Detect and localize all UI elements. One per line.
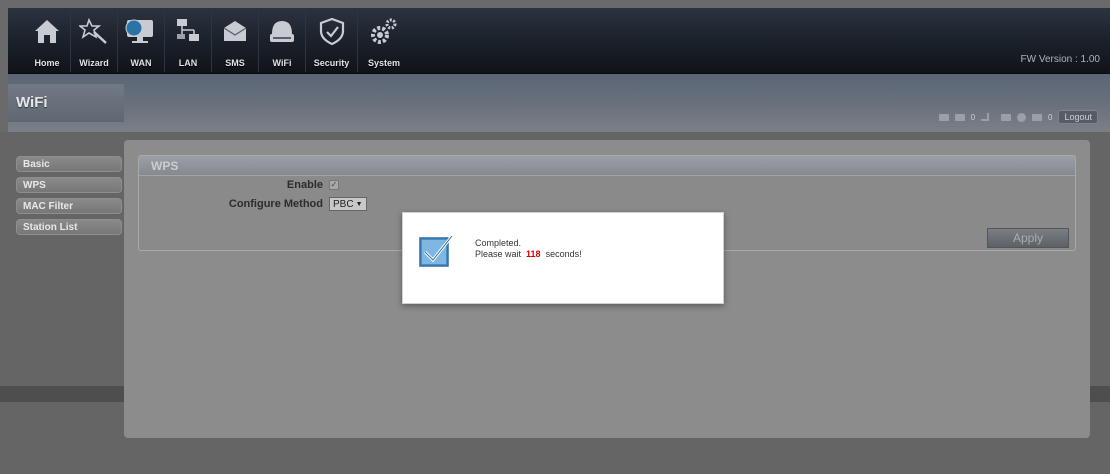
status-bar: 0 0 Logout — [938, 110, 1098, 124]
sidebar-item-wps[interactable]: WPS — [16, 177, 122, 193]
nav-wizard[interactable]: Wizard — [71, 10, 118, 72]
router-icon — [270, 21, 294, 42]
monitor-globe-icon — [125, 19, 153, 43]
progress-dialog: Completed. Please wait 118 seconds! — [402, 212, 724, 304]
fw-version: FW Version : 1.00 — [1020, 54, 1100, 65]
nav-home[interactable]: Home — [24, 10, 71, 72]
chevron-down-icon: ▼ — [355, 200, 363, 208]
dialog-wait-line: Please wait 118 seconds! — [475, 249, 582, 260]
dialog-message: Completed. Please wait 118 seconds! — [475, 238, 582, 260]
nav-sms-label: SMS — [225, 58, 245, 68]
sidebar-item-mac-filter[interactable]: MAC Filter — [16, 198, 122, 214]
bottom-strip-left — [0, 386, 124, 402]
sidebar: Basic WPS MAC Filter Station List — [16, 156, 122, 240]
sidebar-item-station-list[interactable]: Station List — [16, 219, 122, 235]
checkbox-check-icon — [419, 235, 454, 267]
method-value: PBC — [333, 198, 354, 210]
sidebar-item-basic[interactable]: Basic — [16, 156, 122, 172]
nav-security[interactable]: Security — [306, 10, 358, 72]
method-select[interactable]: PBC ▼ — [329, 197, 367, 211]
enable-checkbox[interactable]: ✓ — [329, 180, 339, 190]
network-status-icon — [1001, 113, 1012, 121]
nav-sms[interactable]: SMS — [212, 10, 259, 72]
wand-icon — [79, 17, 107, 44]
dialog-status-text: Completed. — [475, 238, 522, 248]
nav-lan[interactable]: LAN — [165, 10, 212, 72]
method-label: Configure Method — [228, 198, 323, 210]
wps-section-title: WPS — [139, 156, 1075, 176]
page-title: WiFi — [8, 84, 124, 122]
envelope-icon — [223, 21, 247, 41]
globe-icon — [1017, 112, 1027, 122]
nav-lan-label: LAN — [178, 58, 198, 68]
message-count: 0 — [970, 112, 976, 122]
network-icon — [177, 19, 199, 41]
wait-prefix: Please wait — [475, 249, 522, 259]
nav-wan-label: WAN — [130, 58, 152, 68]
nav-wan[interactable]: WAN — [118, 10, 165, 72]
gears-icon — [371, 18, 397, 44]
main-nav: Home Wizard WAN LAN SMS WiFi Security Sy… — [24, 10, 410, 72]
apply-button[interactable]: Apply — [987, 228, 1069, 248]
enable-label: Enable — [286, 179, 323, 191]
sim-icon — [938, 113, 949, 121]
nav-wifi[interactable]: WiFi — [259, 10, 306, 72]
nav-home-label: Home — [34, 58, 60, 68]
logout-button[interactable]: Logout — [1058, 110, 1098, 124]
home-icon — [35, 20, 59, 43]
nav-wifi-label: WiFi — [272, 58, 292, 68]
message-icon — [954, 113, 965, 121]
nav-security-label: Security — [313, 58, 350, 68]
wait-suffix: seconds! — [545, 249, 582, 259]
mail-count: 0 — [1048, 112, 1053, 122]
shield-icon — [319, 17, 344, 46]
nav-wizard-label: Wizard — [79, 58, 109, 68]
nav-system-label: System — [367, 58, 401, 68]
enable-row: Enable ✓ — [139, 176, 339, 194]
mail-icon — [1032, 113, 1043, 121]
nav-system[interactable]: System — [358, 10, 410, 72]
top-nav-bar: Home Wizard WAN LAN SMS WiFi Security Sy… — [8, 8, 1110, 74]
bottom-strip-right — [1090, 386, 1110, 402]
method-row: Configure Method PBC ▼ — [139, 195, 367, 213]
countdown-seconds: 118 — [526, 249, 541, 259]
signal-icon — [981, 113, 990, 121]
